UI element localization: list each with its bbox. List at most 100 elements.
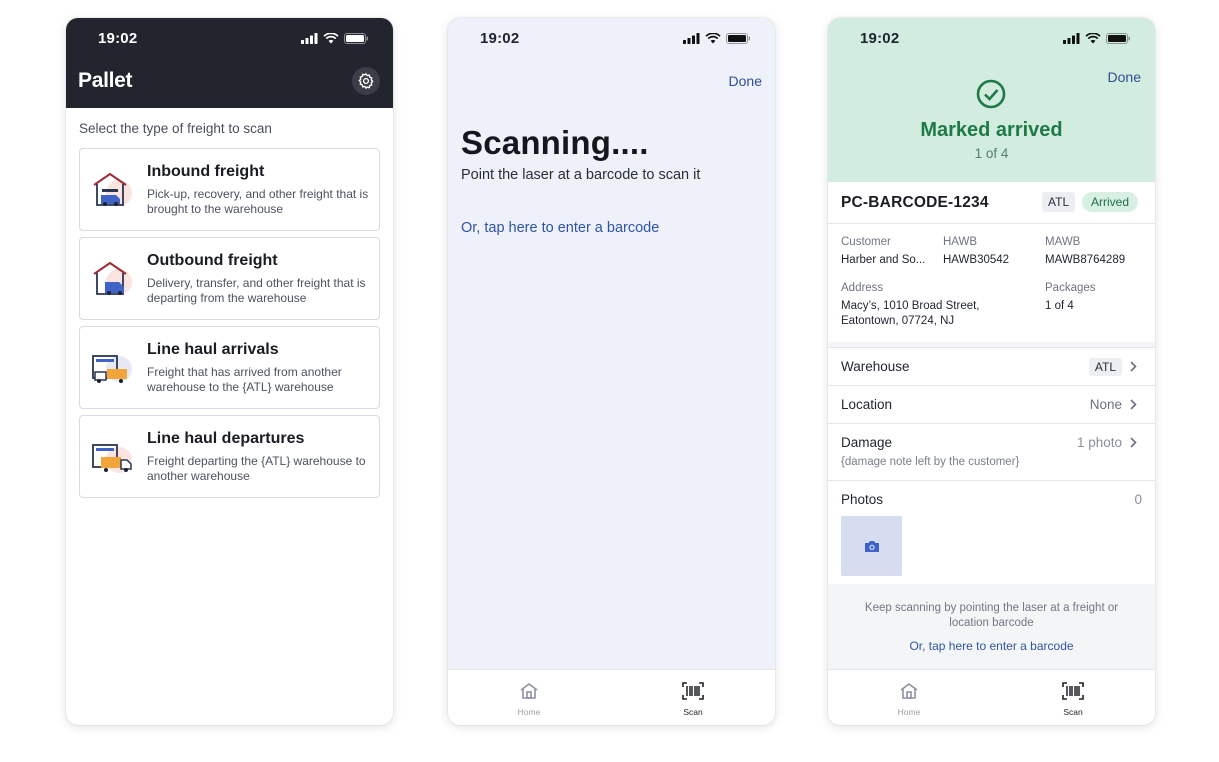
- address-line2: Eatontown, 07724, NJ: [841, 315, 955, 327]
- add-photo-button[interactable]: [841, 516, 902, 576]
- location-tag: ATL: [1042, 192, 1076, 212]
- damage-value: 1 photo: [1076, 435, 1122, 450]
- signal-icon: [683, 33, 700, 44]
- signal-icon: [301, 33, 318, 44]
- hawb-value: HAWB30542: [943, 254, 1010, 266]
- photos-row: Photos 0: [828, 480, 1155, 584]
- warehouse-label: Warehouse: [841, 359, 910, 374]
- enter-barcode-link[interactable]: Or, tap here to enter a barcode: [828, 639, 1155, 653]
- home-icon: [900, 683, 918, 699]
- wifi-icon: [705, 33, 721, 44]
- status-time: 19:02: [480, 30, 520, 47]
- damage-label: Damage: [841, 435, 893, 450]
- tab-bar: Home Scan: [448, 669, 775, 725]
- tab-home[interactable]: Home: [499, 682, 559, 717]
- camera-icon: [864, 541, 879, 552]
- status-bar: 19:02: [828, 18, 1155, 58]
- barcode-scan-icon: [1062, 682, 1084, 700]
- signal-icon: [1063, 33, 1080, 44]
- battery-icon: [344, 33, 368, 44]
- status-icons: [1063, 33, 1131, 44]
- status-badge: Arrived: [1082, 192, 1139, 212]
- mawb-value: MAWB8764289: [1045, 254, 1126, 266]
- inbound-freight-card[interactable]: Inbound freight Pick-up, recovery, and o…: [79, 148, 380, 231]
- warehouse-van-icon: [93, 172, 132, 206]
- tab-scan[interactable]: Scan: [1043, 682, 1103, 717]
- address-label: Address: [841, 282, 884, 294]
- outbound-freight-card[interactable]: Outbound freight Delivery, transfer, and…: [79, 237, 380, 320]
- card-title: Outbound freight: [147, 252, 278, 269]
- warehouse-row[interactable]: Warehouse ATL: [828, 347, 1155, 386]
- packages-value: 1 of 4: [1045, 300, 1074, 312]
- app-header: 19:02 Pallet: [66, 18, 393, 108]
- card-title: Line haul departures: [147, 430, 305, 447]
- marked-arrived-title: Marked arrived: [920, 119, 1063, 141]
- settings-button[interactable]: [352, 67, 380, 95]
- gear-icon: [358, 72, 374, 90]
- barcode-scan-icon: [682, 682, 704, 700]
- check-circle-icon: [976, 79, 1006, 109]
- packages-label: Packages: [1045, 282, 1096, 294]
- tab-home-label: Home: [517, 707, 541, 717]
- arrived-banner: 19:02 Done Marked arrived 1 of 4: [828, 18, 1155, 182]
- card-title: Inbound freight: [147, 163, 265, 180]
- card-description: Freight departing the {ATL} warehouse to…: [147, 454, 366, 483]
- arrived-count: 1 of 4: [974, 146, 1009, 161]
- wifi-icon: [1085, 33, 1101, 44]
- battery-icon: [726, 33, 750, 44]
- location-label: Location: [841, 397, 893, 412]
- freight-type-prompt: Select the type of freight to scan: [79, 121, 272, 136]
- mawb-label: MAWB: [1045, 236, 1081, 248]
- card-description: Pick-up, recovery, and other freight tha…: [147, 187, 369, 216]
- card-description: Freight that has arrived from another wa…: [147, 365, 342, 394]
- location-value: None: [1089, 397, 1122, 412]
- line-haul-departures-card[interactable]: Line haul departures Freight departing t…: [79, 415, 380, 498]
- customer-label: Customer: [841, 236, 891, 248]
- status-bar: 19:02: [66, 18, 393, 58]
- photos-label: Photos: [841, 492, 884, 507]
- chevron-right-icon: [1130, 399, 1137, 410]
- battery-icon: [1106, 33, 1130, 44]
- damage-note: {damage note left by the customer}: [841, 456, 1020, 468]
- wifi-icon: [323, 33, 339, 44]
- status-time: 19:02: [860, 30, 900, 47]
- chevron-right-icon: [1130, 361, 1137, 372]
- status-icons: [301, 33, 369, 44]
- truck-departure-icon: [92, 444, 132, 473]
- done-button[interactable]: Done: [729, 73, 762, 89]
- done-button[interactable]: Done: [1108, 69, 1141, 85]
- warehouse-tag: ATL: [1088, 358, 1122, 376]
- divider: [828, 223, 1155, 224]
- keep-scanning-text: Keep scanning by pointing the laser at a…: [864, 602, 1119, 629]
- damage-row[interactable]: Damage 1 photo {damage note left by the …: [828, 423, 1155, 480]
- app-title: Pallet: [78, 69, 133, 92]
- chevron-right-icon: [1130, 437, 1137, 448]
- tab-home[interactable]: Home: [879, 682, 939, 717]
- photos-count: 0: [1134, 492, 1142, 507]
- barcode-id: PC-BARCODE-1234: [841, 194, 989, 211]
- line-haul-arrivals-card[interactable]: Line haul arrivals Freight that has arri…: [79, 326, 380, 409]
- hawb-label: HAWB: [943, 236, 978, 248]
- scanning-screen: 19:02 Done Scanning.... Point the laser …: [448, 18, 775, 725]
- location-row[interactable]: Location None: [828, 385, 1155, 424]
- tab-scan-label: Scan: [683, 707, 703, 717]
- scanning-instructions: Point the laser at a barcode to scan it: [461, 167, 701, 183]
- freight-type-screen: 19:02 Pallet Select the type of freight …: [66, 18, 393, 725]
- status-time: 19:02: [98, 30, 138, 47]
- status-icons: [683, 33, 751, 44]
- tab-home-label: Home: [897, 707, 921, 717]
- customer-value: Harber and So...: [841, 254, 926, 266]
- enter-barcode-link[interactable]: Or, tap here to enter a barcode: [461, 220, 659, 236]
- freight-details: PC-BARCODE-1234 ATL Arrived Customer Har…: [828, 182, 1155, 342]
- status-bar: 19:02: [448, 18, 775, 58]
- tab-scan-label: Scan: [1063, 707, 1083, 717]
- truck-arrival-icon: [92, 355, 132, 383]
- tab-bar: Home Scan: [828, 669, 1155, 725]
- scanning-title: Scanning....: [461, 124, 649, 161]
- tab-scan[interactable]: Scan: [663, 682, 723, 717]
- card-title: Line haul arrivals: [147, 341, 279, 358]
- marked-arrived-screen: 19:02 Done Marked arrived 1 of 4 PC-BARC…: [828, 18, 1155, 725]
- warehouse-van-out-icon: [93, 261, 132, 295]
- card-description: Delivery, transfer, and other freight th…: [147, 276, 366, 305]
- home-icon: [520, 683, 538, 699]
